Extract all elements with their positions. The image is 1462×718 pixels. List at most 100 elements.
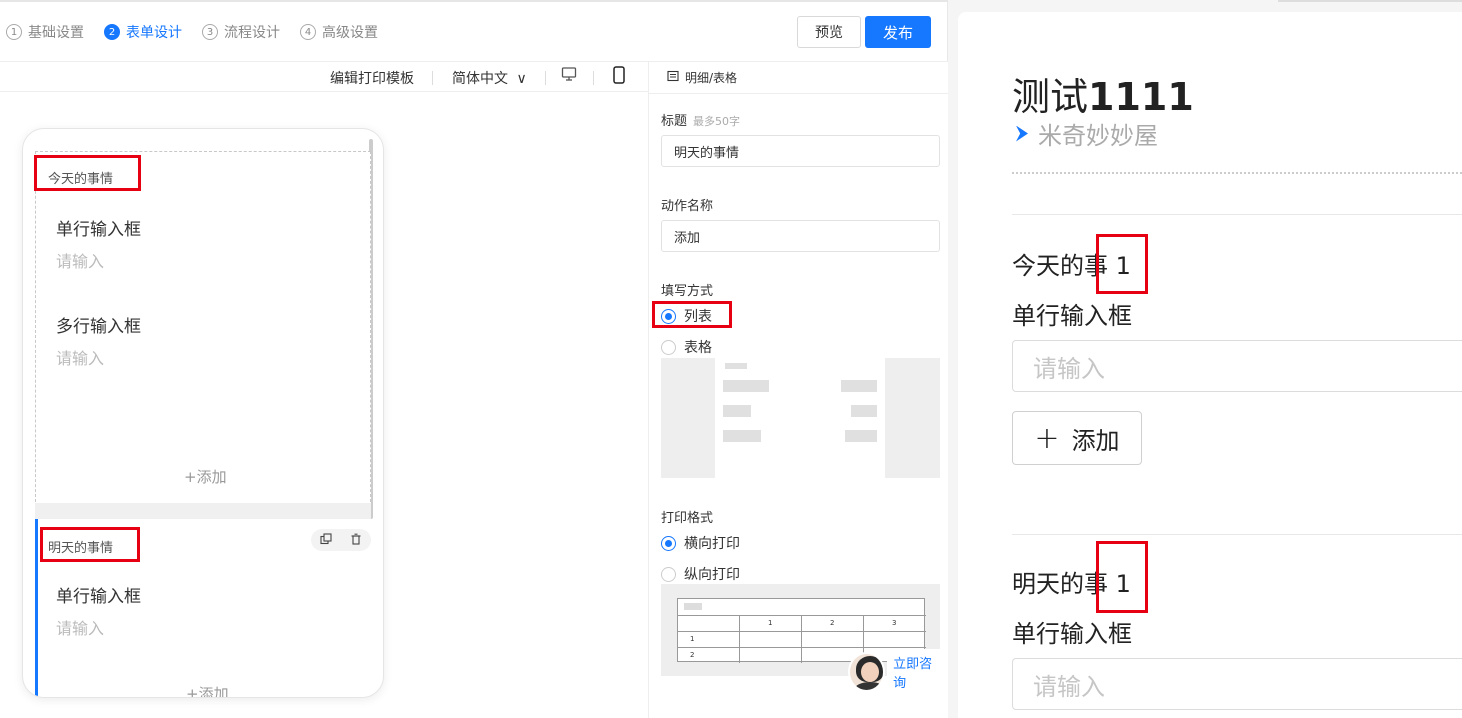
language-value: 简体中文	[452, 71, 508, 87]
toolbar-divider	[593, 71, 594, 85]
highlight-box	[1096, 541, 1148, 613]
plus-icon: +	[1034, 420, 1060, 456]
panel-header: 明细/表格	[649, 62, 949, 94]
step-basic-settings[interactable]: 1 基础设置	[6, 22, 84, 42]
preview-bar	[845, 430, 877, 442]
print-portrait-radio[interactable]: 纵向打印	[661, 564, 740, 584]
preview-bar	[723, 380, 769, 392]
mobile-view-icon[interactable]	[612, 66, 626, 88]
fill-mode-table-radio[interactable]: 表格	[661, 337, 712, 357]
preview-bar	[851, 405, 877, 417]
single-line-input[interactable]: 请输入	[1012, 658, 1462, 710]
step-number: 1	[6, 24, 22, 40]
action-name-input[interactable]: 添加	[661, 220, 940, 252]
title-label-text: 标题	[661, 114, 688, 129]
table-icon	[667, 70, 679, 85]
live-preview-pane: 测试1111 米奇妙妙屋 今天的事 1 单行输入框 请输入 + 添加 明天的事 …	[948, 0, 1462, 718]
fill-mode-label: 填写方式	[661, 284, 714, 299]
preview-form-card: 测试1111 米奇妙妙屋 今天的事 1 单行输入框 请输入 + 添加 明天的事 …	[958, 12, 1462, 718]
step-label: 表单设计	[126, 25, 182, 41]
add-row-link[interactable]: +添加	[186, 683, 229, 697]
field-placeholder[interactable]: 请输入	[56, 345, 104, 369]
form-owner: 米奇妙妙屋	[1016, 116, 1158, 151]
mini-table-line	[739, 615, 740, 663]
publish-button[interactable]: 发布	[865, 16, 931, 48]
step-number: 4	[300, 24, 316, 40]
form-title-number: 1111	[1088, 75, 1194, 119]
highlight-box	[34, 155, 141, 191]
properties-panel: 明细/表格 标题最多50字 明天的事情 动作名称 添加 填写方式 列表 表格	[648, 62, 949, 718]
section-divider	[1012, 214, 1462, 215]
consult-label: 立即咨询	[887, 649, 947, 695]
title-input[interactable]: 明天的事情	[661, 135, 940, 167]
add-row-link[interactable]: +添加	[184, 466, 227, 487]
action-name-label: 动作名称	[661, 199, 714, 214]
field-label: 多行输入框	[56, 317, 141, 337]
desktop-view-icon[interactable]	[561, 66, 577, 86]
dotted-divider	[1012, 172, 1462, 174]
preview-bar	[723, 430, 761, 442]
print-format-label: 打印格式	[661, 511, 714, 526]
mini-table-cell: 1	[690, 635, 695, 643]
print-landscape-radio[interactable]: 横向打印	[661, 533, 740, 553]
step-label: 高级设置	[322, 25, 378, 41]
preview-bar	[684, 603, 702, 610]
block-actions	[311, 529, 371, 551]
language-select[interactable]: 简体中文 ∨	[452, 68, 527, 88]
highlight-box	[40, 527, 140, 562]
form-editor: 1 基础设置 2 表单设计 3 流程设计 4 高级设置 预览 发布 编辑打印模板…	[0, 0, 949, 718]
consult-widget[interactable]: 立即咨询	[848, 649, 947, 695]
step-form-design[interactable]: 2 表单设计	[104, 22, 182, 42]
radio-dot	[661, 339, 676, 355]
preview-button[interactable]: 预览	[797, 16, 861, 48]
radio-dot	[661, 535, 676, 551]
copy-icon[interactable]	[320, 532, 332, 548]
add-row-label: 添加	[1071, 426, 1120, 455]
preview-card	[715, 358, 885, 478]
step-number: 3	[202, 24, 218, 40]
preview-bar	[841, 380, 877, 392]
delete-icon[interactable]	[350, 533, 362, 548]
field-label: 单行输入框	[1012, 302, 1132, 330]
preview-bar	[723, 405, 751, 417]
app-root: 1 基础设置 2 表单设计 3 流程设计 4 高级设置 预览 发布 编辑打印模板…	[0, 0, 1462, 718]
field-label: 单行输入框	[56, 220, 141, 240]
fill-mode-preview	[661, 358, 940, 478]
radio-label: 表格	[684, 340, 712, 356]
step-label: 基础设置	[28, 25, 84, 41]
mini-table-line	[678, 647, 926, 648]
steps-nav: 1 基础设置 2 表单设计 3 流程设计 4 高级设置	[6, 22, 378, 42]
add-row-button[interactable]: + 添加	[1012, 411, 1142, 465]
field-placeholder[interactable]: 请输入	[56, 615, 104, 639]
radio-label: 横向打印	[684, 536, 740, 552]
mini-table-cell: 2	[690, 651, 695, 659]
mini-table-cell: 3	[892, 619, 897, 627]
preview-bar	[725, 363, 747, 369]
form-title-prefix: 测试	[1012, 75, 1089, 119]
block-separator	[35, 503, 371, 519]
consultant-avatar	[848, 652, 886, 692]
step-advanced-settings[interactable]: 4 高级设置	[300, 22, 378, 42]
toolbar-divider	[432, 71, 433, 85]
single-line-input[interactable]: 请输入	[1012, 340, 1462, 392]
field-placeholder[interactable]: 请输入	[56, 248, 104, 272]
field-label: 单行输入框	[1012, 620, 1132, 648]
detail-block-today[interactable]: 今天的事情 单行输入框 请输入 多行输入框 请输入 +添加	[35, 151, 371, 507]
top-divider	[0, 0, 948, 2]
mini-table-line	[678, 631, 926, 632]
section-divider	[1012, 534, 1462, 535]
mini-table-line	[678, 615, 926, 616]
highlight-box	[652, 301, 732, 328]
edit-print-template-button[interactable]: 编辑打印模板	[330, 68, 414, 88]
radio-dot	[661, 566, 676, 582]
panel-title: 明细/表格	[685, 71, 738, 85]
field-label: 单行输入框	[56, 587, 141, 607]
mini-table-line	[801, 615, 802, 663]
step-flow-design[interactable]: 3 流程设计	[202, 22, 280, 42]
form-title: 测试1111	[1012, 66, 1194, 121]
mini-table-cell: 2	[830, 619, 835, 627]
radio-label: 纵向打印	[684, 567, 740, 583]
step-label: 流程设计	[224, 25, 280, 41]
mini-table-cell: 1	[768, 619, 773, 627]
section-title-text: 明天的事	[1012, 570, 1108, 598]
